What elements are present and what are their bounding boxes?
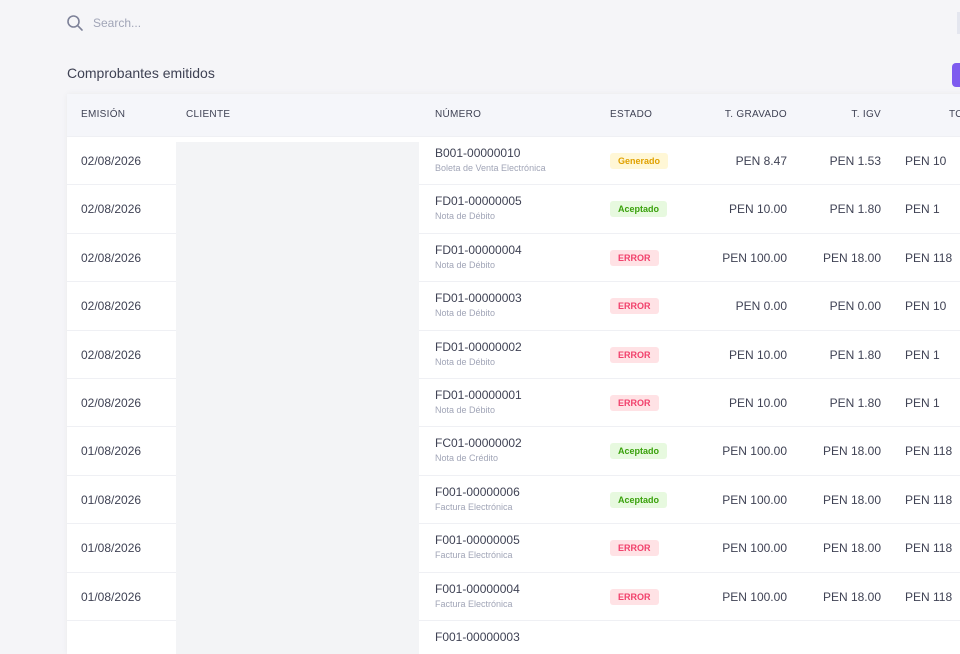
amount-igv: PEN 1.80 — [829, 396, 881, 410]
status-badge: ERROR — [610, 540, 659, 557]
document-number[interactable]: F001-00000005 — [435, 533, 520, 547]
table-header: EMISIÓN CLIENTE NÚMERO ESTADO T. GRAVADO… — [67, 94, 960, 136]
document-number[interactable]: F001-00000003 — [435, 630, 520, 644]
document-number[interactable]: FD01-00000004 — [435, 243, 522, 257]
column-header-numero[interactable]: NÚMERO — [435, 94, 481, 136]
amount-igv: PEN 1.80 — [829, 202, 881, 217]
column-header-estado[interactable]: ESTADO — [610, 94, 652, 136]
amount-gravado: PEN 10.00 — [728, 202, 787, 217]
amount-total: PEN 10 — [905, 299, 947, 314]
emision-date: 02/08/2026 — [81, 396, 142, 410]
page-title: Comprobantes emitidos — [67, 65, 215, 81]
document-number[interactable]: F001-00000006 — [435, 485, 520, 499]
document-type: Nota de Débito — [435, 405, 496, 415]
document-number[interactable]: FC01-00000002 — [435, 436, 522, 450]
column-header-gravado[interactable]: T. GRAVADO — [725, 94, 787, 136]
client-column-redacted — [176, 142, 419, 654]
column-header-igv[interactable]: T. IGV — [851, 94, 881, 136]
amount-total: PEN 118 — [905, 444, 953, 459]
column-header-total[interactable]: TO — [949, 94, 960, 136]
amount-gravado: PEN 100.00 — [722, 250, 787, 265]
emision-date: 02/08/2026 — [81, 154, 142, 168]
document-type: Factura Electrónica — [435, 550, 513, 561]
document-type: Factura Electrónica — [435, 501, 513, 512]
status-badge: Aceptado — [610, 491, 668, 508]
top-bar — [0, 0, 960, 46]
amount-igv: PEN 18.00 — [822, 589, 881, 604]
document-number[interactable]: FD01-00000003 — [435, 291, 522, 305]
amount-igv: PEN 18.00 — [822, 541, 881, 556]
amount-gravado: PEN 0.00 — [735, 299, 787, 314]
amount-gravado: PEN 100.00 — [722, 444, 787, 459]
column-header-cliente[interactable]: CLIENTE — [186, 94, 230, 136]
emision-date: 01/08/2026 — [81, 444, 142, 459]
document-number[interactable]: FD01-00000002 — [435, 340, 522, 354]
amount-gravado: PEN 100.00 — [722, 541, 787, 556]
emision-date: 02/08/2026 — [81, 202, 142, 217]
emision-date: 02/08/2026 — [81, 299, 142, 314]
document-type: Nota de Crédito — [435, 453, 499, 464]
emision-date: 02/08/2026 — [81, 347, 142, 362]
document-type: Nota de Débito — [435, 259, 496, 270]
amount-total: PEN 1 — [905, 396, 940, 410]
emision-date: 02/08/2026 — [81, 250, 142, 265]
document-type: Nota de Débito — [435, 211, 496, 222]
document-type: Factura Electrónica — [435, 598, 513, 609]
primary-action-button[interactable] — [952, 63, 960, 87]
document-number[interactable]: B001-00000010 — [435, 146, 520, 160]
column-header-emision[interactable]: EMISIÓN — [81, 94, 125, 136]
status-badge: ERROR — [610, 249, 659, 266]
amount-igv: PEN 18.00 — [822, 492, 881, 507]
search-input[interactable] — [93, 12, 393, 34]
document-type: Nota de Débito — [435, 308, 496, 319]
amount-gravado: PEN 10.00 — [728, 347, 787, 362]
amount-total: PEN 118 — [905, 250, 953, 265]
amount-total: PEN 1 — [905, 347, 940, 362]
emision-date: 01/08/2026 — [81, 492, 142, 507]
amount-total: PEN 118 — [905, 589, 953, 604]
status-badge: ERROR — [610, 298, 659, 315]
document-number[interactable]: FD01-00000005 — [435, 194, 522, 208]
document-number[interactable]: F001-00000004 — [435, 582, 520, 596]
status-badge: ERROR — [610, 395, 659, 411]
amount-gravado: PEN 10.00 — [728, 396, 787, 410]
invoices-table: EMISIÓN CLIENTE NÚMERO ESTADO T. GRAVADO… — [67, 94, 960, 654]
document-number[interactable]: FD01-00000001 — [435, 388, 522, 402]
amount-gravado: PEN 8.47 — [735, 154, 787, 168]
amount-igv: PEN 18.00 — [822, 444, 881, 459]
document-type: Nota de Débito — [435, 356, 496, 367]
amount-total: PEN 118 — [905, 541, 953, 556]
status-badge: ERROR — [610, 346, 659, 363]
amount-total: PEN 1 — [905, 202, 940, 217]
status-badge: Aceptado — [610, 443, 668, 460]
status-badge: Generado — [610, 153, 669, 169]
amount-total: PEN 10 — [905, 154, 947, 168]
amount-igv: PEN 0.00 — [829, 299, 881, 314]
amount-gravado: PEN 100.00 — [722, 492, 787, 507]
document-type: Boleta de Venta Electrónica — [435, 163, 546, 173]
status-badge: ERROR — [610, 588, 659, 605]
emision-date: 01/08/2026 — [81, 541, 142, 556]
amount-igv: PEN 1.80 — [829, 347, 881, 362]
amount-igv: PEN 18.00 — [822, 250, 881, 265]
search-icon — [66, 14, 84, 32]
amount-igv: PEN 1.53 — [829, 154, 881, 168]
amount-total: PEN 118 — [905, 492, 953, 507]
emision-date: 01/08/2026 — [81, 589, 142, 604]
amount-gravado: PEN 100.00 — [722, 589, 787, 604]
status-badge: Aceptado — [610, 201, 668, 218]
